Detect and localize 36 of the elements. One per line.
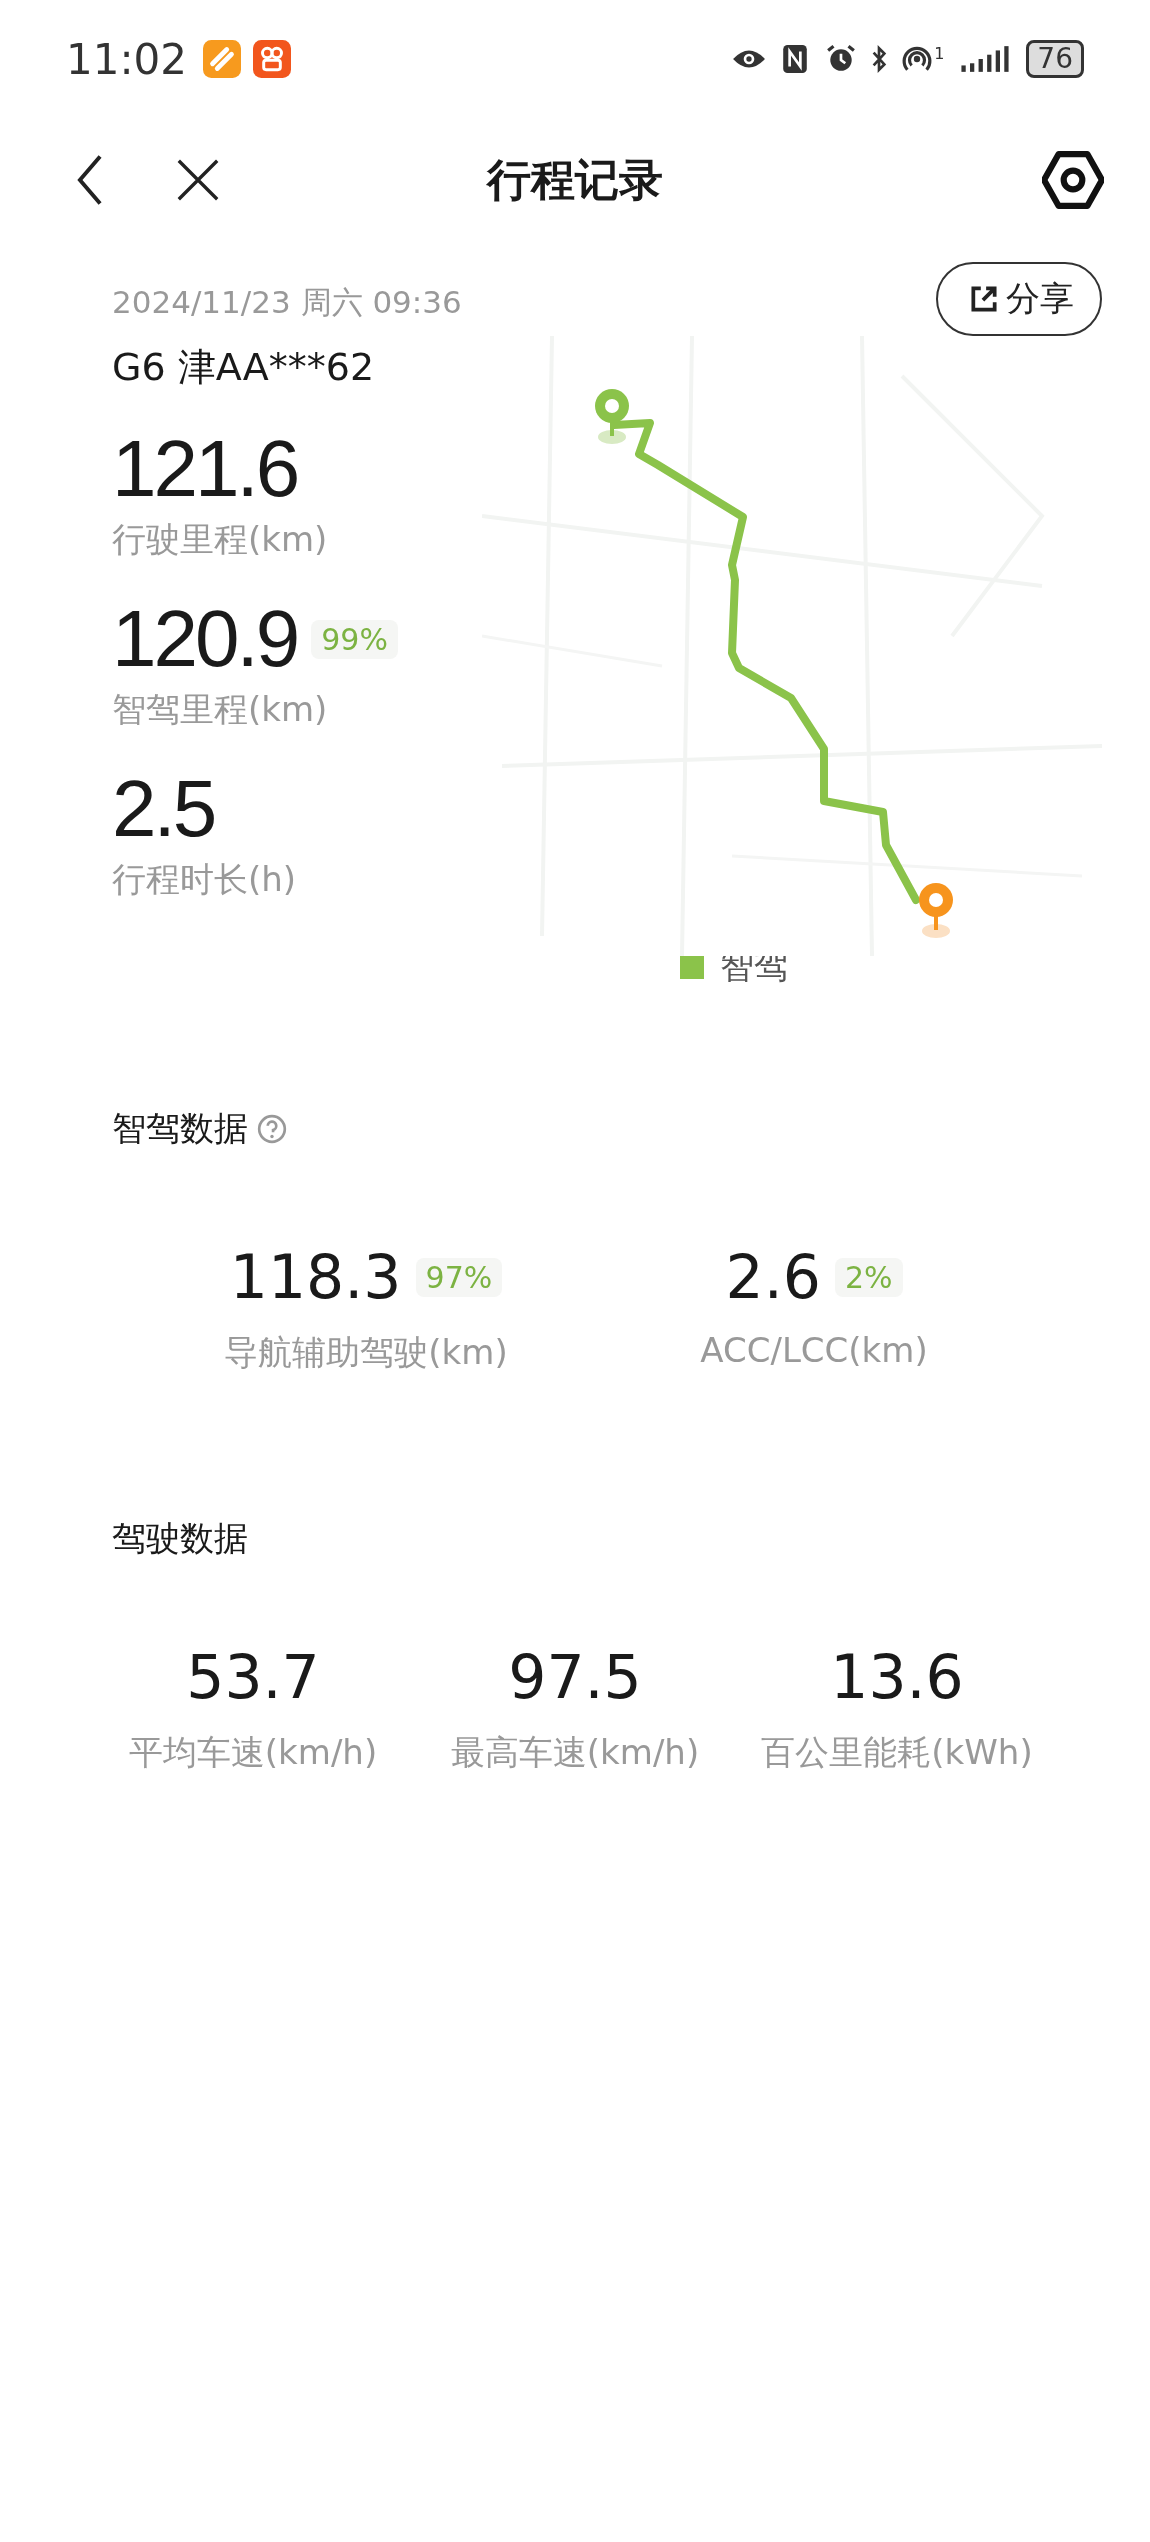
percent-badge: 99%: [311, 619, 398, 659]
data-value: 13.6: [830, 1642, 964, 1712]
end-pin-icon: [919, 883, 953, 938]
percent-badge: 2%: [834, 1257, 903, 1297]
start-pin-icon: [595, 389, 629, 444]
stat-value: 121.6: [112, 423, 298, 515]
section-title: 智驾数据: [112, 1107, 248, 1150]
stat-value: 2.5: [112, 763, 215, 855]
app-icon: [203, 40, 242, 78]
settings-icon[interactable]: [1042, 149, 1104, 211]
percent-badge: 97%: [415, 1257, 503, 1297]
hotspot-count: 1: [934, 44, 945, 63]
share-button[interactable]: 分享: [936, 262, 1102, 336]
stat-label: 行程时长(h): [112, 858, 298, 901]
help-icon[interactable]: [256, 1113, 288, 1145]
stat-value: 120.9: [112, 593, 298, 685]
vehicle-plate: G6 津AA***62: [112, 344, 376, 391]
battery-level: 76: [1026, 40, 1084, 78]
data-value: 97.5: [508, 1642, 642, 1712]
share-icon: [968, 283, 1000, 315]
page-title: 行程记录: [487, 152, 663, 207]
app-icon: [253, 40, 292, 78]
data-label: 平均车速(km/h): [128, 1731, 378, 1774]
bluetooth-icon: [870, 44, 889, 74]
data-label: 百公里能耗(kWh): [761, 1731, 1033, 1774]
stat-label: 智驾里程(km): [112, 688, 329, 731]
stat-label: 行驶里程(km): [112, 518, 329, 561]
data-value: 2.6: [725, 1242, 821, 1312]
data-value: 53.7: [186, 1642, 320, 1712]
data-value: 118.3: [229, 1242, 402, 1312]
data-label: 最高车速(km/h): [450, 1731, 700, 1774]
section-title: 驾驶数据: [112, 1517, 248, 1560]
data-label: 导航辅助驾驶(km): [224, 1331, 508, 1374]
data-label: ACC/LCC(km): [700, 1330, 928, 1370]
status-time: 11:02: [66, 34, 188, 84]
trip-date: 2024/11/23 周六 09:36: [112, 283, 463, 322]
